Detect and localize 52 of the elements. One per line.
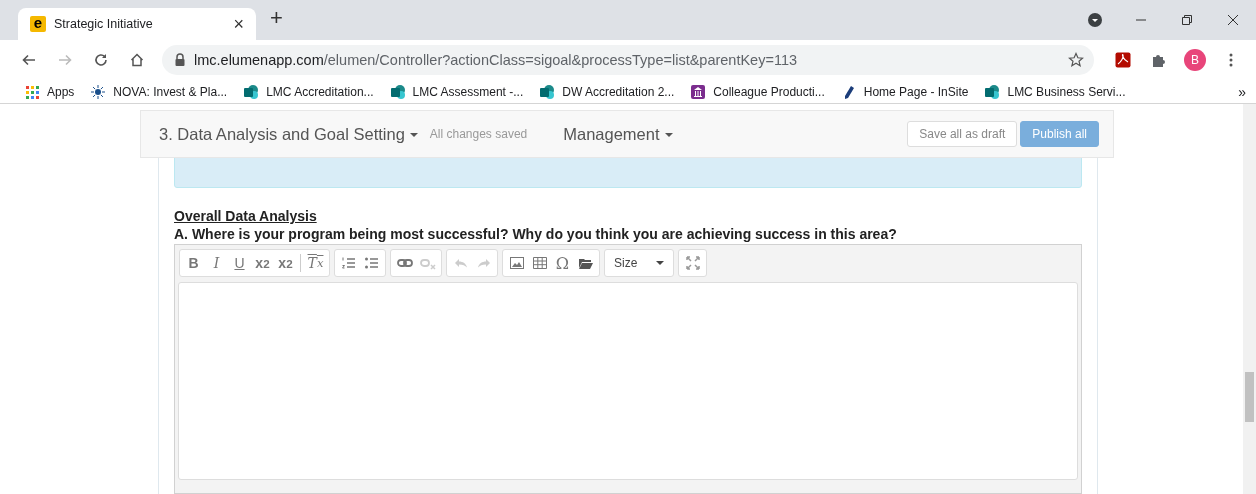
bold-button[interactable]: B [183,252,204,274]
image-icon[interactable] [508,255,525,271]
bookmark[interactable]: DW Accreditation 2... [539,83,675,100]
profile-avatar[interactable]: B [1184,49,1206,71]
question-text: A. Where is your program being most successful? Why do you think you are achieving success in this area? [174,226,898,242]
bookmark[interactable]: NOVA: Invest & Pla... [90,83,228,100]
star-icon[interactable] [1068,52,1084,68]
step-dropdown[interactable]: 3. Data Analysis and Goal Setting [159,124,418,144]
italic-button[interactable]: I [206,252,227,274]
bookmark[interactable]: Colleague Producti... [690,83,825,100]
url-host: lmc.elumenapp.com [194,52,324,68]
home-icon[interactable] [129,52,145,68]
numbered-list-icon[interactable] [340,255,357,271]
sharepoint-icon [539,83,556,100]
tab-favicon: e [30,16,46,32]
sharepoint-icon [243,83,260,100]
more-bookmarks-button[interactable]: » [1238,83,1246,100]
new-tab-button[interactable]: + [270,5,283,31]
underline-button[interactable]: U [229,252,250,274]
bookmark[interactable]: LMC Accreditation... [243,83,374,100]
size-dropdown[interactable]: Size [604,249,675,277]
section-title: Overall Data Analysis [174,208,318,224]
tab-search-icon[interactable] [1087,12,1103,28]
url-path: /elumen/Controller?actionClass=sigoal&processType=list&parentKey=113 [323,52,797,68]
puzzle-icon[interactable] [1151,52,1167,68]
save-draft-button[interactable]: Save all as draft [907,121,1018,147]
reload-icon[interactable] [93,52,109,68]
sunburst-icon [90,83,107,100]
table-icon[interactable] [531,255,548,271]
bookmark[interactable]: Home Page - InSite [840,83,969,100]
sharepoint-icon [389,83,406,100]
close-tab-button[interactable]: × [233,13,244,35]
maximize-icon[interactable] [684,255,701,271]
special-character-button[interactable]: Ω [552,252,573,274]
management-dropdown[interactable]: Management [563,124,673,144]
close-window-icon[interactable] [1227,14,1239,26]
restore-icon[interactable] [1181,14,1193,26]
scrollbar[interactable] [1243,104,1256,494]
tab-title: Strategic Initiative [54,17,154,31]
bookmark[interactable]: LMC Business Servi... [984,83,1126,100]
address-bar[interactable]: lmc.elumenapp.com/elumen/Controller?actionClass=sigoal&processType=list&parentKey=113 [162,45,1094,75]
lock-icon [174,53,186,67]
save-status: All changes saved [429,127,528,141]
browser-tab[interactable]: e Strategic Initiative × [18,8,256,40]
bookmark[interactable]: Apps [24,83,75,100]
back-icon[interactable] [21,52,37,68]
bulleted-list-icon[interactable] [363,255,380,271]
building-icon [690,83,707,100]
pdf-icon[interactable] [1115,52,1131,68]
sharepoint-icon [984,83,1001,100]
apps-grid-icon [24,83,40,100]
bookmark[interactable]: LMC Assessment -... [389,83,524,100]
